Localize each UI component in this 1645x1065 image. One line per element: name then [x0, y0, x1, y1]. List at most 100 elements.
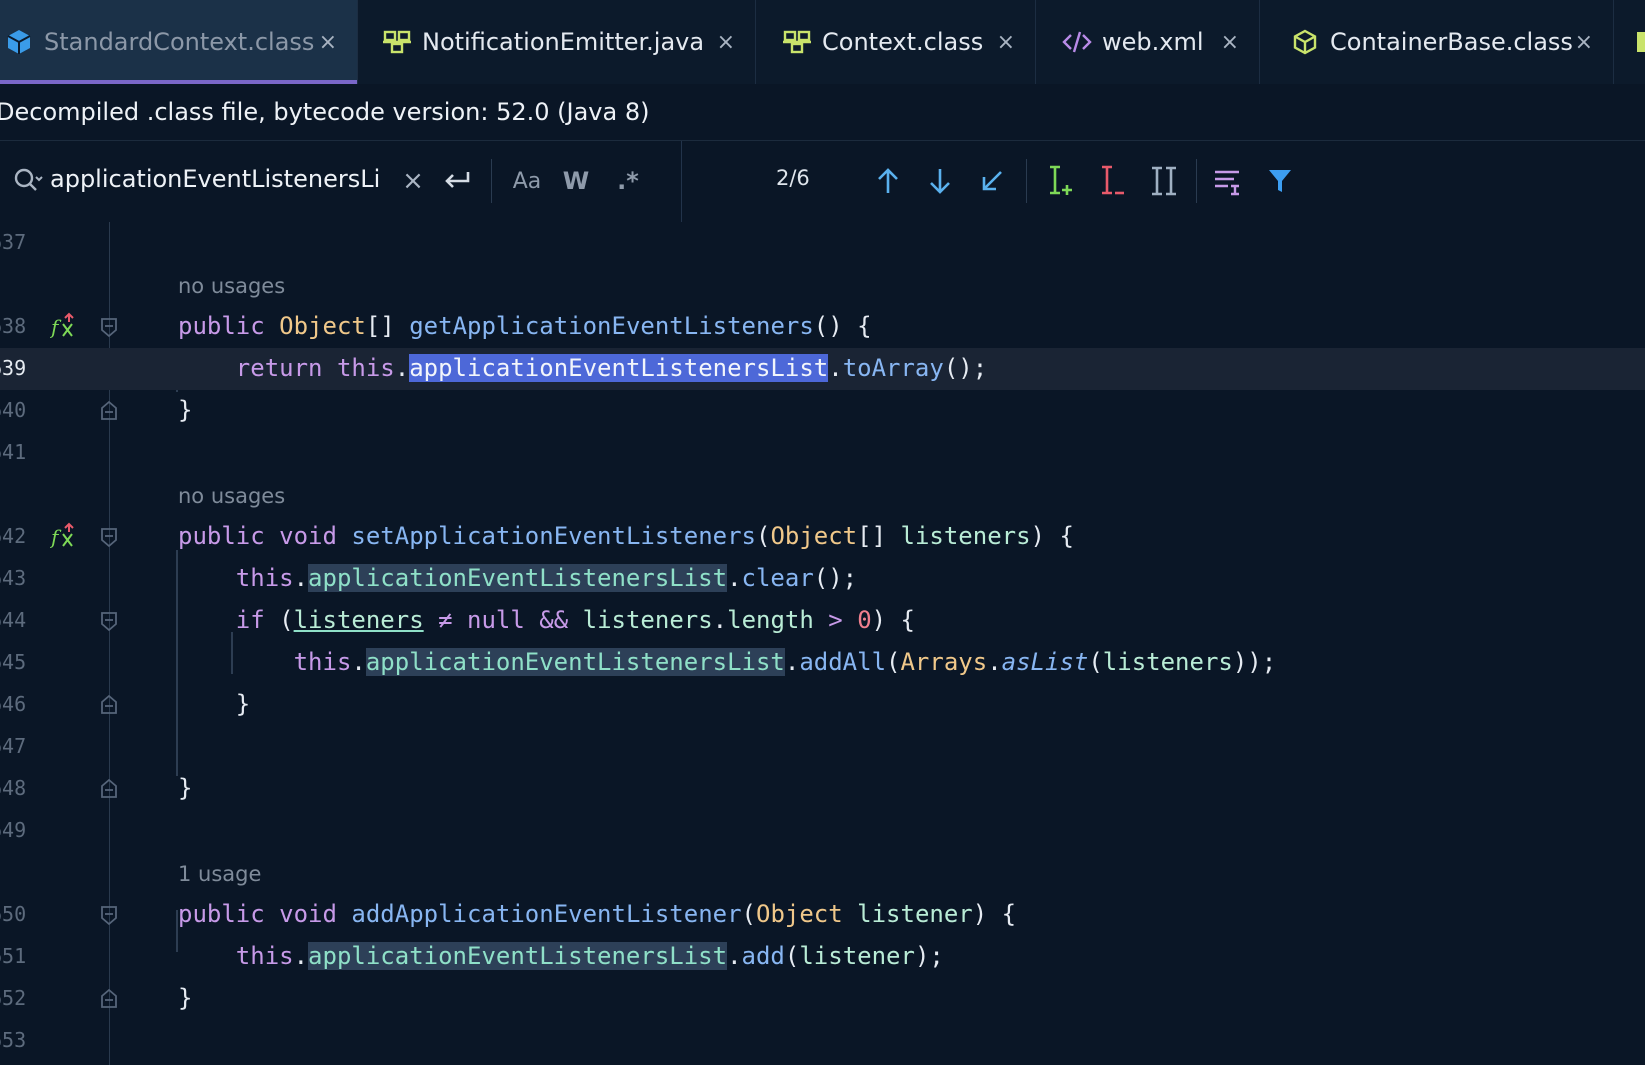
- next-occurrence-icon[interactable]: [922, 161, 958, 201]
- code-line[interactable]: 651 this.applicationEventListenersList.a…: [0, 936, 1645, 978]
- interface-icon: [782, 27, 812, 57]
- class-cube-icon: [4, 27, 34, 57]
- tab-context[interactable]: Context.class ×: [756, 0, 1036, 84]
- fold-icon[interactable]: [99, 904, 119, 926]
- filter-icon[interactable]: [1262, 159, 1298, 203]
- clear-search-icon[interactable]: ×: [398, 163, 428, 199]
- fold-icon[interactable]: [99, 316, 119, 338]
- usage-hint-line: 1 usage: [0, 852, 1645, 894]
- tab-label: Context.class: [822, 28, 984, 56]
- code-text: return this.applicationEventListenersLis…: [235, 354, 988, 382]
- line-number: 650: [0, 902, 27, 926]
- new-line-icon[interactable]: [440, 163, 474, 199]
- match-case-button[interactable]: Aa: [508, 163, 546, 199]
- match-count: 2/6: [776, 166, 810, 190]
- code-line[interactable]: 638 f public Object[] getApplicationEven…: [0, 306, 1645, 348]
- select-all-carets-icon[interactable]: [1146, 159, 1182, 203]
- current-code-line[interactable]: 639 return this.applicationEventListener…: [0, 348, 1645, 390]
- line-number: 642: [0, 524, 27, 548]
- svg-text:f: f: [50, 315, 62, 339]
- tab-notificationemitter[interactable]: NotificationEmitter.java ×: [358, 0, 756, 84]
- close-icon[interactable]: ×: [1221, 30, 1259, 55]
- tab-label: NotificationEmitter.java: [422, 28, 705, 56]
- implements-method-icon[interactable]: f: [49, 312, 78, 340]
- code-text: }: [178, 690, 251, 718]
- fold-icon[interactable]: [99, 610, 119, 632]
- line-number: 645: [0, 650, 27, 674]
- search-icon[interactable]: [12, 165, 44, 197]
- close-icon[interactable]: ×: [1575, 30, 1613, 55]
- fold-end-icon[interactable]: [99, 988, 119, 1010]
- selected-search-match: applicationEventListenersList: [409, 354, 829, 382]
- code-text: this.applicationEventListenersList.clear…: [235, 564, 858, 592]
- fold-end-icon[interactable]: [99, 400, 119, 422]
- code-text: this.applicationEventListenersList.add(l…: [235, 942, 944, 970]
- whole-words-button[interactable]: W: [560, 163, 592, 199]
- search-match: applicationEventListenersList: [308, 564, 728, 592]
- code-line[interactable]: 643 this.applicationEventListenersList.c…: [0, 558, 1645, 600]
- fold-end-icon[interactable]: [99, 778, 119, 800]
- code-line[interactable]: 644 if (listeners ≠ null && listeners.le…: [0, 600, 1645, 642]
- code-line[interactable]: 648 }: [0, 768, 1645, 810]
- line-number: 637: [0, 230, 27, 254]
- code-line[interactable]: 640 }: [0, 390, 1645, 432]
- code-line[interactable]: 652 }: [0, 978, 1645, 1020]
- search-input[interactable]: [50, 159, 380, 199]
- code-text: }: [178, 984, 193, 1012]
- line-number: 648: [0, 776, 27, 800]
- line-number: 639: [0, 356, 27, 380]
- close-icon[interactable]: ×: [717, 30, 755, 55]
- line-number: 649: [0, 818, 27, 842]
- find-input-area: × Aa W .*: [0, 141, 682, 222]
- code-editor[interactable]: 637 no usages 638 f public Object[] getA…: [0, 222, 1645, 1065]
- code-line[interactable]: 653: [0, 1020, 1645, 1062]
- separator: [1196, 159, 1197, 203]
- regex-button[interactable]: .*: [612, 163, 644, 199]
- editor-tab-bar: StandardContext.class × NotificationEmit…: [0, 0, 1645, 85]
- close-icon[interactable]: ×: [997, 30, 1035, 55]
- tab-webxml[interactable]: web.xml ×: [1036, 0, 1260, 84]
- find-bar: × Aa W .* 2/6: [0, 141, 1645, 223]
- line-number: 652: [0, 986, 27, 1010]
- tab-label: StandardContext.class: [44, 28, 315, 56]
- svg-text:f: f: [50, 525, 62, 549]
- code-text: }: [178, 396, 193, 424]
- previous-occurrence-icon[interactable]: [870, 161, 906, 201]
- tab-containerbase[interactable]: ContainerBase.class ×: [1260, 0, 1614, 84]
- tab-overflow-edge[interactable]: [1637, 32, 1645, 52]
- line-number: 644: [0, 608, 27, 632]
- code-line[interactable]: 646 }: [0, 684, 1645, 726]
- code-line[interactable]: 647: [0, 726, 1645, 768]
- close-icon[interactable]: ×: [319, 30, 357, 55]
- tab-standardcontext[interactable]: StandardContext.class ×: [0, 0, 358, 84]
- implements-method-icon[interactable]: f: [49, 522, 78, 550]
- add-selection-next-icon[interactable]: [1042, 159, 1078, 203]
- usage-hint-line: no usages: [0, 474, 1645, 516]
- code-line[interactable]: 637: [0, 222, 1645, 264]
- tab-label: ContainerBase.class: [1330, 28, 1573, 56]
- code-line[interactable]: 642 f public void setApplicationEventLis…: [0, 516, 1645, 558]
- usage-hint-line: no usages: [0, 264, 1645, 306]
- remove-selection-icon[interactable]: [1094, 159, 1130, 203]
- tab-label: web.xml: [1102, 28, 1204, 56]
- search-match: applicationEventListenersList: [308, 942, 728, 970]
- code-text: public void setApplicationEventListeners…: [178, 522, 1074, 550]
- code-text: public void addApplicationEventListener(…: [178, 900, 1017, 928]
- code-line[interactable]: 641: [0, 432, 1645, 474]
- fold-end-icon[interactable]: [99, 694, 119, 716]
- xml-icon: [1062, 27, 1092, 57]
- code-line[interactable]: 650 public void addApplicationEventListe…: [0, 894, 1645, 936]
- select-all-occurrences-icon[interactable]: [974, 161, 1010, 201]
- interface-icon: [382, 27, 412, 57]
- line-number: 638: [0, 314, 27, 338]
- separator: [1026, 159, 1027, 203]
- usage-hint[interactable]: no usages: [178, 274, 285, 298]
- line-number: 643: [0, 566, 27, 590]
- usage-hint[interactable]: 1 usage: [178, 862, 261, 886]
- code-line[interactable]: 649: [0, 810, 1645, 852]
- fold-icon[interactable]: [99, 526, 119, 548]
- filter-lines-icon[interactable]: [1210, 159, 1246, 203]
- line-number: 647: [0, 734, 27, 758]
- usage-hint[interactable]: no usages: [178, 484, 285, 508]
- code-line[interactable]: 645 this.applicationEventListenersList.a…: [0, 642, 1645, 684]
